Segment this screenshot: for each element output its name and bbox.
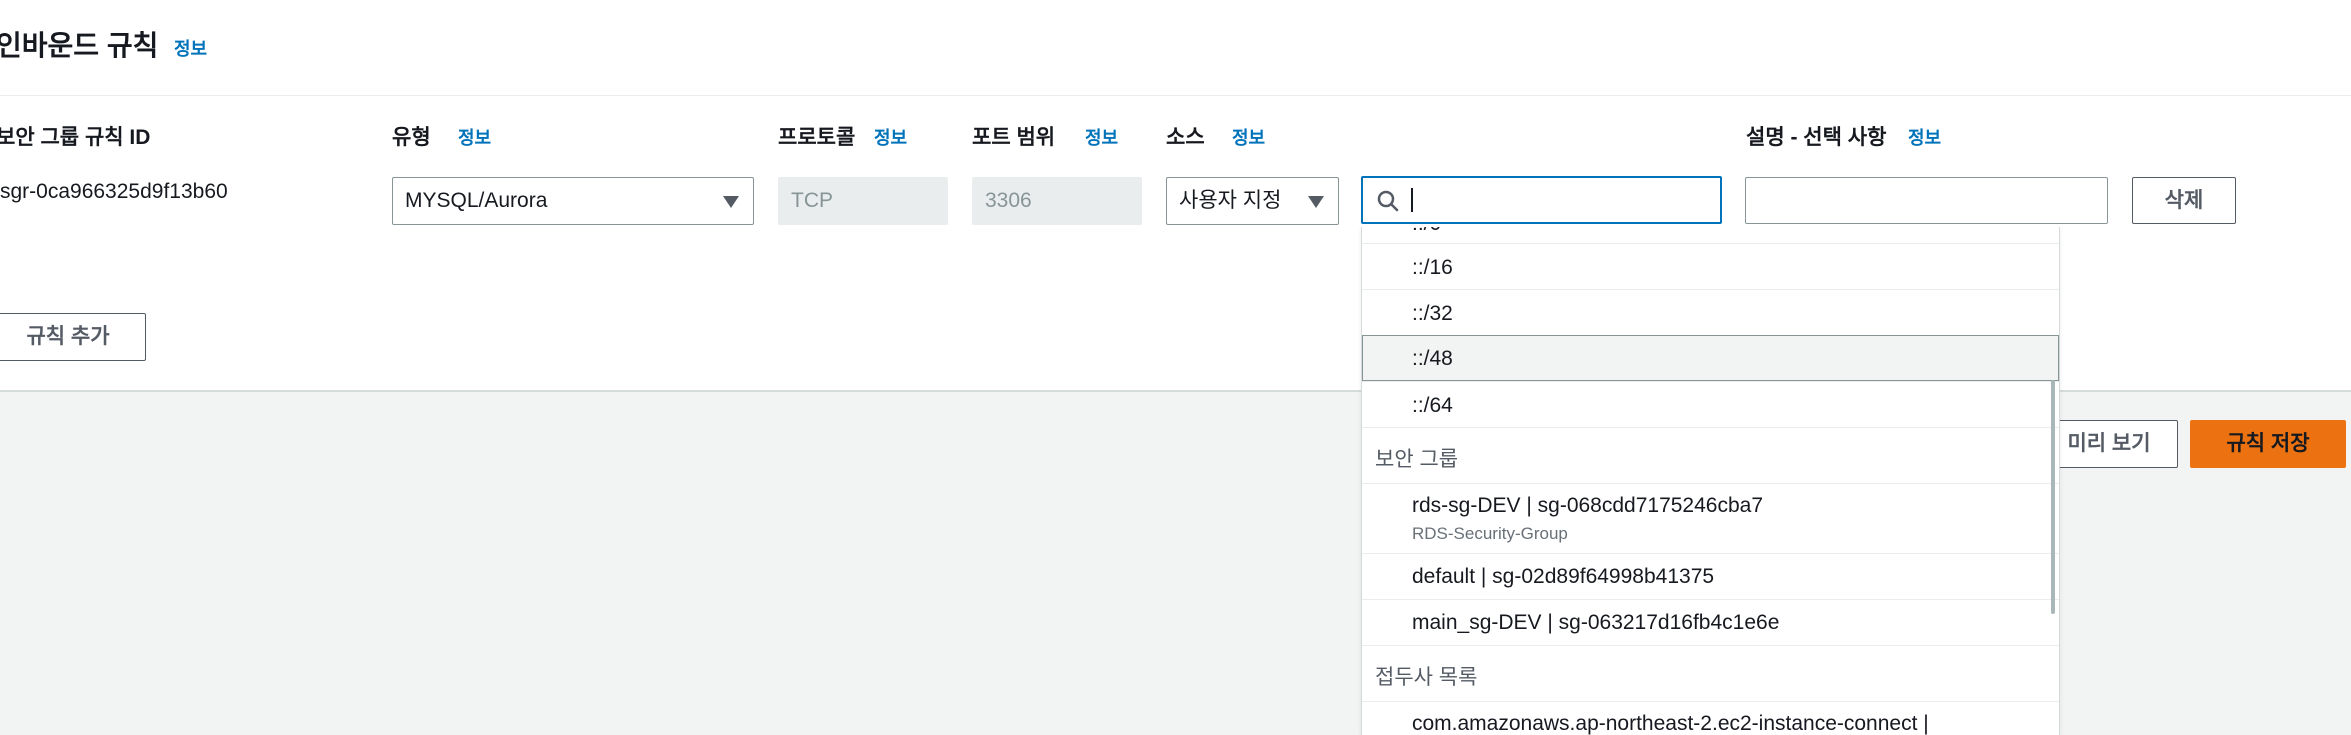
title-info-link[interactable]: 정보 bbox=[174, 35, 207, 61]
group-header-prefix-lists: 접두사 목록 bbox=[1362, 645, 2059, 701]
search-icon bbox=[1377, 190, 1399, 212]
group-header-security-groups: 보안 그룹 bbox=[1362, 427, 2059, 483]
col-description: 설명 - 선택 사항 bbox=[1746, 126, 1887, 149]
list-item[interactable]: rds-sg-DEV | sg-068cdd7175246cba7 RDS-Se… bbox=[1362, 483, 2059, 553]
caret-down-icon bbox=[723, 196, 739, 208]
page-title: 인바운드 규칙 bbox=[0, 30, 159, 61]
col-port-range: 포트 범위 bbox=[972, 126, 1056, 149]
type-select[interactable]: MYSQL/Aurora bbox=[392, 177, 754, 225]
dropdown-scrollbar[interactable] bbox=[2051, 380, 2055, 614]
source-dropdown-list: ::/0 ::/16 ::/32 ::/48 ::/64 보안 그룹 rds-s… bbox=[1361, 227, 2060, 735]
list-item-highlighted[interactable]: ::/48 bbox=[1362, 335, 2059, 381]
type-select-value: MYSQL/Aurora bbox=[405, 189, 548, 212]
protocol-field: TCP bbox=[778, 177, 948, 225]
list-item[interactable]: ::/16 bbox=[1362, 243, 2059, 289]
protocol-info-link[interactable]: 정보 bbox=[874, 124, 907, 150]
rule-id-value: sgr-0ca966325d9f13b60 bbox=[0, 180, 228, 203]
type-info-link[interactable]: 정보 bbox=[458, 124, 491, 150]
description-input[interactable] bbox=[1745, 177, 2108, 224]
col-source: 소스 bbox=[1166, 126, 1205, 149]
source-search-input[interactable] bbox=[1361, 176, 1722, 224]
list-item[interactable]: ::/32 bbox=[1362, 289, 2059, 335]
list-item[interactable]: ::/64 bbox=[1362, 381, 2059, 427]
list-item[interactable]: main_sg-DEV | sg-063217d16fb4c1e6e bbox=[1362, 599, 2059, 645]
source-type-value: 사용자 지정 bbox=[1179, 189, 1282, 212]
caret-down-icon bbox=[1308, 196, 1324, 208]
source-search-text[interactable] bbox=[1407, 182, 1707, 218]
preview-changes-button[interactable]: 미리 보기 bbox=[2040, 420, 2178, 468]
port-range-field: 3306 bbox=[972, 177, 1142, 225]
list-item[interactable]: ::/0 bbox=[1362, 227, 2059, 243]
col-rule-id: 보안 그룹 규칙 ID bbox=[0, 126, 151, 149]
save-rules-button[interactable]: 규칙 저장 bbox=[2190, 420, 2346, 468]
list-item[interactable]: default | sg-02d89f64998b41375 bbox=[1362, 553, 2059, 599]
panel-header: 인바운드 규칙 정보 bbox=[0, 0, 2351, 96]
source-info-link[interactable]: 정보 bbox=[1232, 124, 1265, 150]
col-protocol: 프로토콜 bbox=[778, 126, 856, 149]
description-info-link[interactable]: 정보 bbox=[1908, 124, 1941, 150]
add-rule-button[interactable]: 규칙 추가 bbox=[0, 313, 146, 361]
delete-rule-button[interactable]: 삭제 bbox=[2132, 177, 2236, 224]
source-type-select[interactable]: 사용자 지정 bbox=[1166, 177, 1339, 225]
port-range-info-link[interactable]: 정보 bbox=[1085, 124, 1118, 150]
col-type: 유형 bbox=[392, 126, 431, 149]
list-item[interactable]: com.amazonaws.ap-northeast-2.ec2-instanc… bbox=[1362, 701, 2059, 735]
